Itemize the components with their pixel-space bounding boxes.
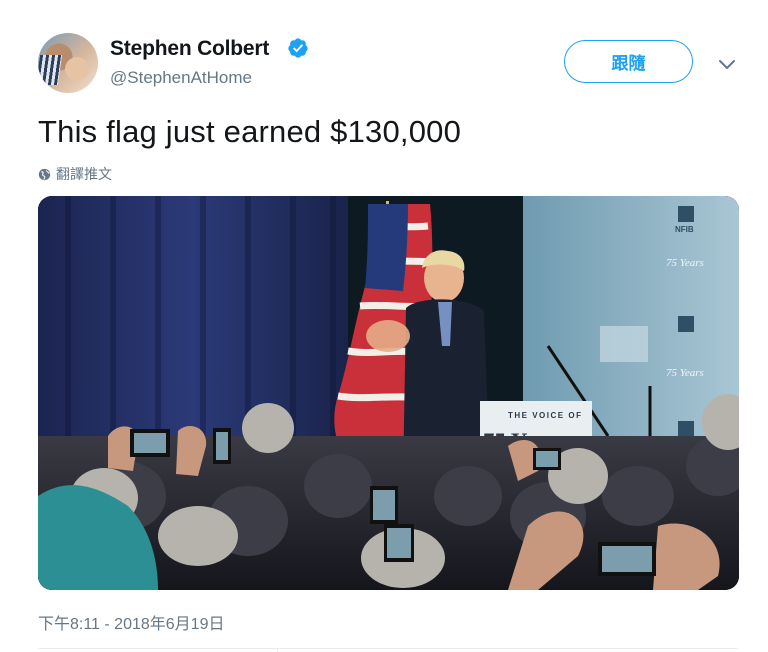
author-display-name[interactable]: Stephen Colbert <box>110 37 269 61</box>
podium-sign-top: THE VOICE OF <box>508 411 582 420</box>
event-photo: NFIB 75 Years 75 Years THE VOICE OF 75 Y… <box>38 196 739 590</box>
tweet-media-photo[interactable]: NFIB 75 Years 75 Years THE VOICE OF 75 Y… <box>38 196 739 590</box>
avatar[interactable] <box>38 33 98 93</box>
backdrop-years-2: 75 Years <box>666 367 704 379</box>
author-handle[interactable]: @StephenAtHome <box>110 68 252 88</box>
divider <box>38 648 738 649</box>
globe-icon <box>38 168 51 180</box>
divider-tick <box>277 648 278 652</box>
follow-button[interactable]: 跟隨 <box>564 40 693 83</box>
backdrop-years: 75 Years <box>666 257 704 269</box>
chevron-down-icon[interactable] <box>717 54 737 74</box>
verified-badge-icon <box>288 38 308 58</box>
translate-label: 翻譯推文 <box>56 166 112 182</box>
tweet-text: This flag just earned $130,000 <box>38 114 462 149</box>
tweet-timestamp[interactable]: 下午8:11 - 2018年6月19日 <box>38 610 224 634</box>
backdrop-logo: NFIB <box>675 225 694 234</box>
tweet-card: Stephen Colbert @StephenAtHome 跟隨 This f… <box>0 0 768 652</box>
translate-tweet-link[interactable]: 翻譯推文 <box>38 164 112 184</box>
